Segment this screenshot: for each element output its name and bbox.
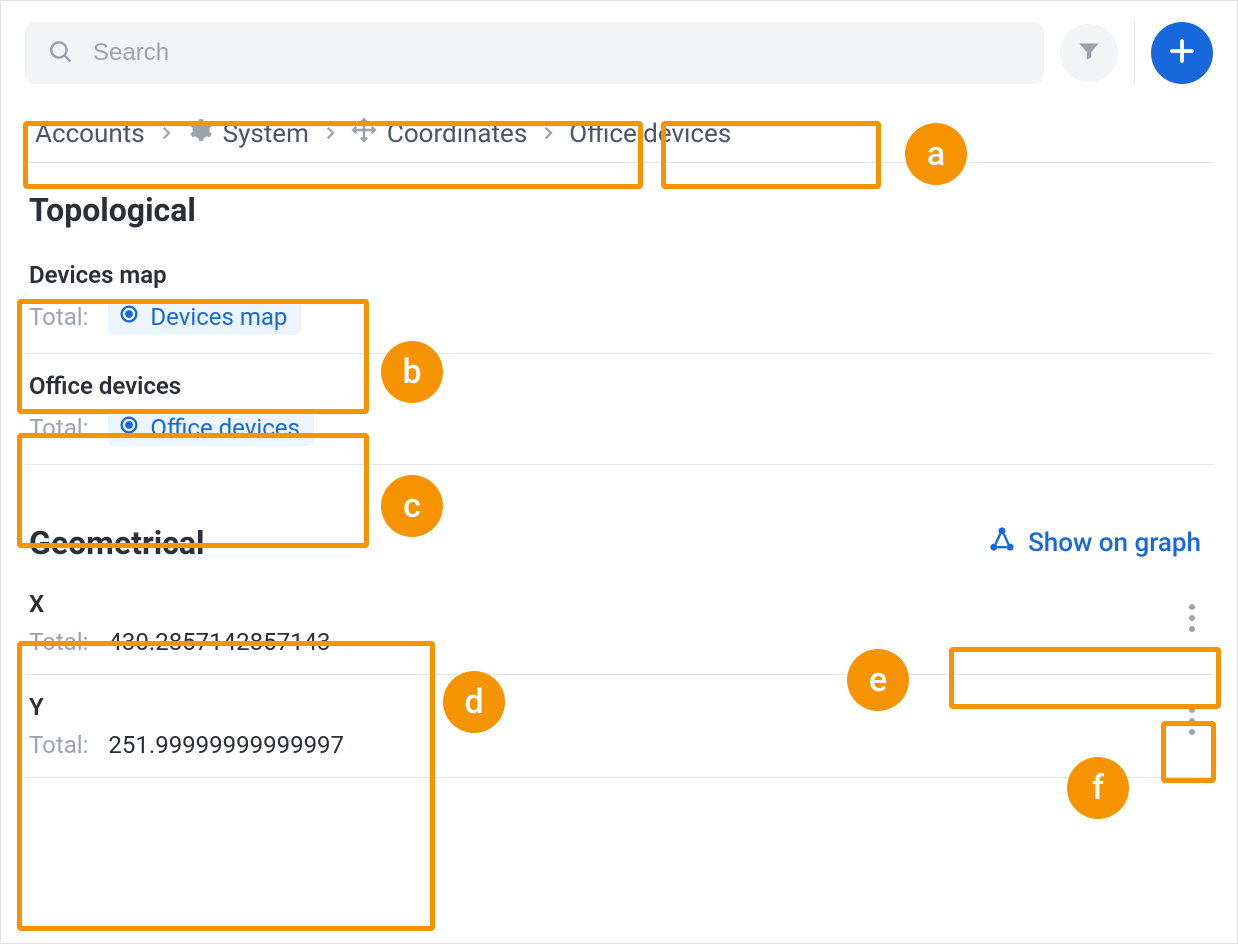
total-label: Total: — [29, 731, 88, 759]
filter-button[interactable] — [1060, 24, 1118, 82]
add-button[interactable] — [1151, 22, 1213, 84]
breadcrumb-label: System — [223, 119, 309, 149]
breadcrumb: Accounts System Coordinates Office devic… — [25, 85, 1213, 163]
geometrical-entry-y: Y Total: 251.99999999999997 — [25, 675, 1213, 778]
show-on-graph-button[interactable]: Show on graph — [980, 519, 1209, 566]
total-label: Total: — [29, 303, 88, 331]
chevron-right-icon — [537, 119, 559, 149]
breadcrumb-accounts[interactable]: Accounts — [29, 115, 151, 153]
geometrical-entry-x: X Total: 430.2857142857143 — [25, 572, 1213, 675]
target-icon — [118, 303, 140, 331]
plus-icon — [1167, 36, 1197, 70]
office-devices-link[interactable]: Office devices — [108, 410, 313, 446]
section-title-topological: Topological — [1, 163, 1237, 243]
target-icon — [118, 414, 140, 442]
topological-entry-devices-map: Devices map Total: Devices map — [25, 243, 1213, 354]
pill-label: Devices map — [150, 303, 287, 331]
topological-entry-office-devices: Office devices Total: Office devices — [25, 354, 1213, 465]
search-field[interactable] — [25, 22, 1044, 84]
graph-icon — [988, 525, 1016, 560]
breadcrumb-label: Office devices — [569, 119, 731, 149]
more-button[interactable] — [1175, 598, 1209, 638]
entry-title: Y — [29, 693, 1209, 721]
divider — [1134, 21, 1135, 85]
entry-title: X — [29, 590, 1209, 618]
entry-value: 251.99999999999997 — [108, 731, 344, 759]
breadcrumb-office-devices[interactable]: Office devices — [563, 115, 737, 153]
devices-map-link[interactable]: Devices map — [108, 299, 301, 335]
chevron-right-icon — [319, 119, 341, 149]
chevron-right-icon — [155, 119, 177, 149]
filter-icon — [1076, 38, 1102, 68]
total-label: Total: — [29, 628, 88, 656]
show-on-graph-label: Show on graph — [1028, 528, 1201, 558]
pill-label: Office devices — [150, 414, 299, 442]
entry-title: Devices map — [29, 261, 1209, 289]
entry-value: 430.2857142857143 — [108, 628, 330, 656]
entry-title: Office devices — [29, 372, 1209, 400]
more-vertical-icon — [1189, 604, 1195, 632]
total-label: Total: — [29, 414, 88, 442]
move-icon — [351, 117, 377, 150]
gear-icon — [187, 117, 213, 150]
breadcrumb-label: Accounts — [35, 119, 145, 149]
section-title-geometrical: Geometrical — [29, 524, 204, 562]
search-icon — [47, 38, 73, 68]
search-input[interactable] — [93, 39, 1022, 67]
breadcrumb-coordinates[interactable]: Coordinates — [345, 113, 533, 154]
breadcrumb-label: Coordinates — [387, 119, 527, 149]
breadcrumb-system[interactable]: System — [181, 113, 315, 154]
more-vertical-icon — [1189, 707, 1195, 735]
more-button[interactable] — [1175, 701, 1209, 741]
